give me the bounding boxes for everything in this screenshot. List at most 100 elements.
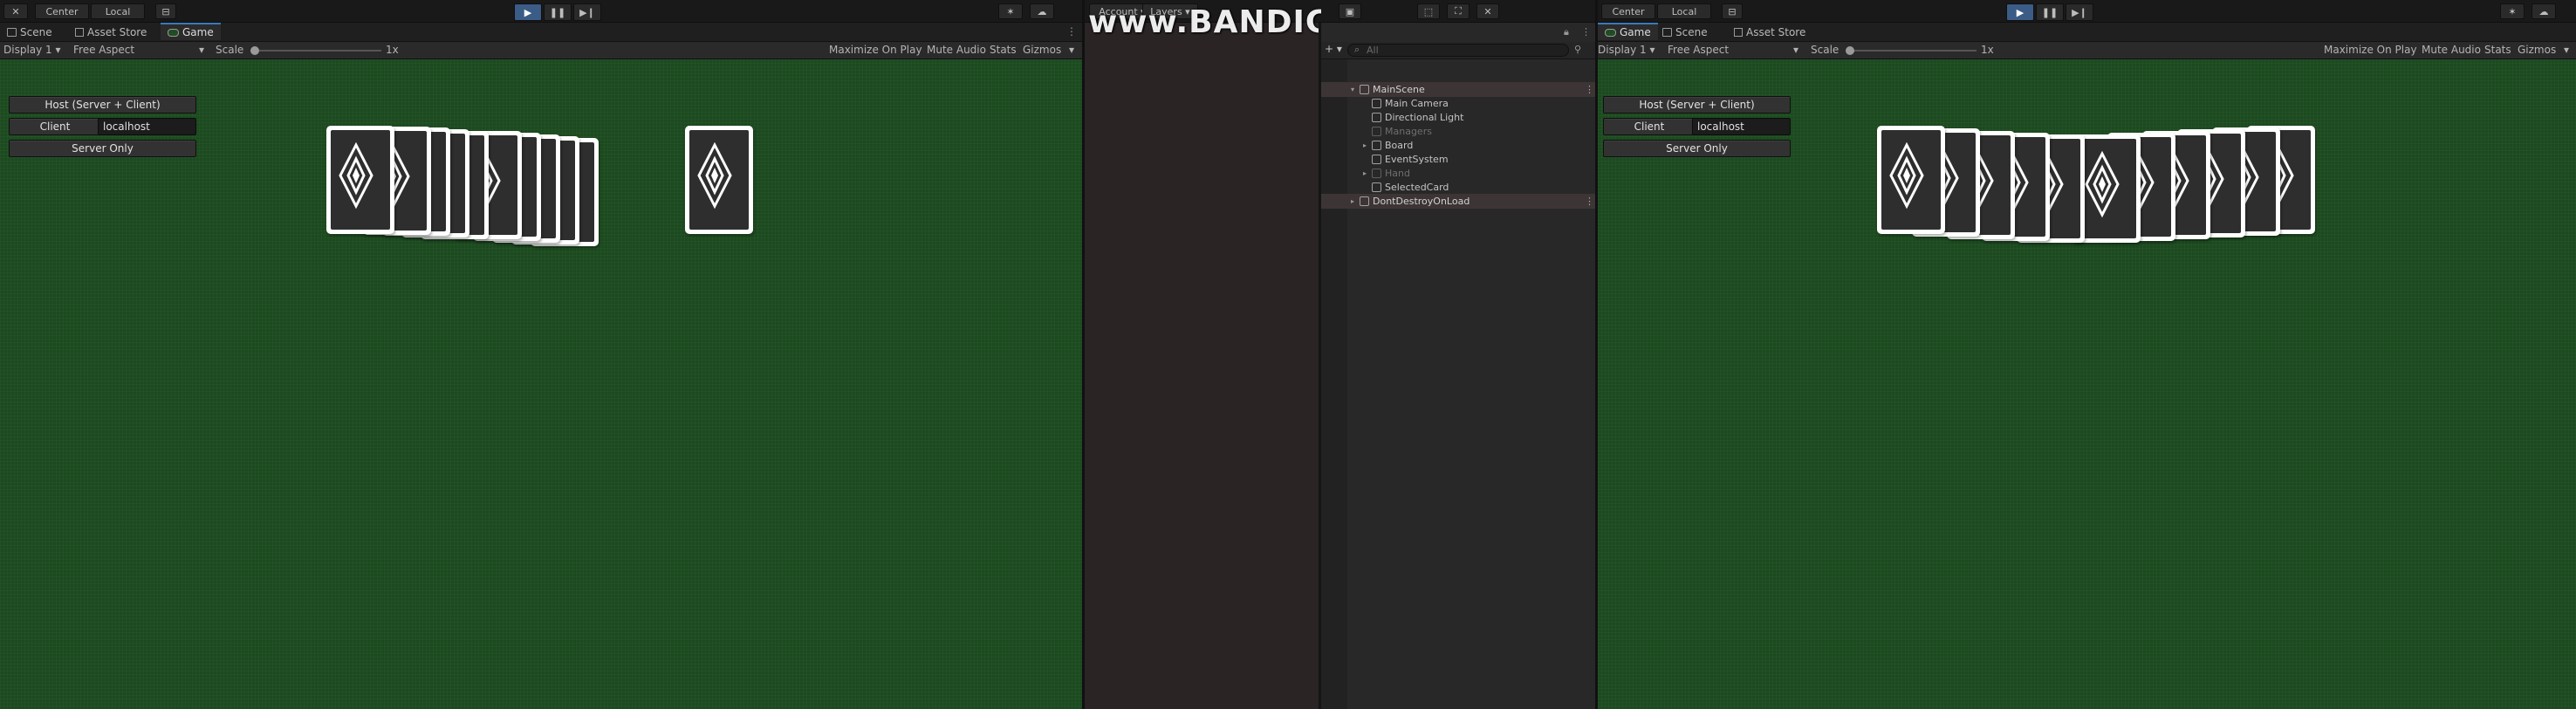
custom-tool-icon[interactable]: ✕ (1476, 3, 1499, 19)
transform-tool-icon[interactable]: ⛶ (1447, 3, 1470, 19)
space-local-button[interactable]: Local (1657, 3, 1711, 19)
panel-menu-icon[interactable]: ⋮ (1581, 26, 1591, 38)
hierarchy-options-icon[interactable]: ⚲ (1574, 44, 1581, 55)
collab-icon[interactable]: ✶ (998, 3, 1023, 19)
play-icon[interactable]: ▶ (514, 3, 542, 21)
scene-menu-icon[interactable]: ⋮ (1585, 84, 1594, 95)
server-only-button[interactable]: Server Only (9, 140, 196, 157)
pivot-center-button[interactable]: Center (35, 3, 89, 19)
layout-icon[interactable]: ▣ (1339, 3, 1361, 19)
gizmos-chevron-down-icon[interactable]: ▾ (1069, 44, 1074, 56)
aspect-chevron-down-icon[interactable]: ▾ (199, 44, 204, 56)
cloud-icon[interactable]: ☁ (1030, 3, 1054, 19)
expand-arrow-icon[interactable]: ▸ (1363, 141, 1367, 149)
gizmos-toggle[interactable]: Gizmos (2518, 44, 2556, 56)
snap-icon[interactable]: ⊟ (155, 3, 176, 19)
hierarchy-item-label: Hand (1385, 168, 1410, 179)
search-field[interactable] (1347, 44, 1569, 57)
address-input[interactable]: localhost (98, 118, 196, 135)
stats-toggle[interactable]: Stats (2484, 44, 2511, 56)
mute-audio-toggle[interactable]: Mute Audio (927, 44, 986, 56)
scale-slider-handle[interactable] (250, 46, 259, 55)
lock-icon[interactable]: 🔒︎ (1564, 26, 1569, 38)
tab-scene[interactable]: Scene (1655, 24, 1715, 41)
scale-slider[interactable] (250, 46, 381, 55)
expand-arrow-icon[interactable]: ▾ (1351, 86, 1354, 93)
display-dropdown[interactable]: Display 1 ▾ (1598, 44, 1655, 56)
aspect-label: Free Aspect (73, 44, 135, 56)
tab-asset-store-label: Asset Store (87, 26, 147, 38)
mute-audio-toggle[interactable]: Mute Audio (2422, 44, 2481, 56)
tab-game-label: Game (1620, 26, 1651, 38)
hierarchy-item-eventsystem[interactable]: EventSystem (1321, 152, 1595, 167)
scene-menu-icon[interactable]: ⋮ (1585, 196, 1594, 207)
expand-arrow-icon[interactable]: ▸ (1351, 197, 1354, 205)
card[interactable] (326, 126, 394, 234)
snap-icon[interactable]: ⊟ (1722, 3, 1743, 19)
hierarchy-item-main-camera[interactable]: Main Camera (1321, 96, 1595, 111)
gizmos-toggle[interactable]: Gizmos (1023, 44, 1061, 56)
step-icon[interactable]: ▶❙ (573, 3, 601, 21)
scale-slider[interactable] (1846, 46, 1977, 55)
address-input[interactable]: localhost (1692, 118, 1791, 135)
right-game-view[interactable]: Host (Server + Client) Client localhost … (1598, 59, 2576, 709)
host-button[interactable]: Host (Server + Client) (1603, 96, 1791, 114)
card[interactable] (1877, 126, 1945, 234)
tab-scene-label: Scene (1675, 26, 1708, 38)
tab-game[interactable]: Game (1598, 23, 1658, 40)
aspect-chevron-down-icon[interactable]: ▾ (1793, 44, 1798, 56)
pause-icon[interactable]: ❚❚ (544, 3, 572, 21)
hierarchy-item-selectedcard[interactable]: SelectedCard (1321, 180, 1595, 195)
space-local-button[interactable]: Local (91, 3, 145, 19)
pause-icon[interactable]: ❚❚ (2036, 3, 2064, 21)
scale-slider-handle[interactable] (1846, 46, 1854, 55)
scale-value: 1x (386, 44, 399, 56)
hierarchy-item-label: Directional Light (1385, 112, 1464, 123)
tab-asset-store[interactable]: Asset Store (1727, 24, 1812, 41)
aspect-dropdown[interactable]: Free Aspect (73, 44, 134, 56)
client-button[interactable]: Client (1603, 118, 1696, 135)
scene-tab-icon (7, 28, 17, 37)
display-dropdown[interactable]: Display 1 ▾ (3, 44, 61, 56)
maximize-on-play-toggle[interactable]: Maximize On Play (2324, 44, 2417, 56)
host-button[interactable]: Host (Server + Client) (9, 96, 196, 114)
server-only-button-label: Server Only (1666, 142, 1728, 155)
step-icon[interactable]: ▶❙ (2066, 3, 2093, 21)
hierarchy-item-board[interactable]: ▸ Board (1321, 138, 1595, 153)
hierarchy-item-mainscene[interactable]: ▾ MainScene ⋮ (1321, 82, 1595, 97)
pivot-center-button[interactable]: Center (1601, 3, 1655, 19)
tab-game[interactable]: Game (161, 23, 221, 40)
right-game-subbar: Display 1 ▾ Free Aspect ▾ Scale 1x Maxim… (1598, 42, 2576, 59)
cloud-icon[interactable]: ☁ (2531, 3, 2556, 19)
tab-asset-store-label: Asset Store (1746, 26, 1806, 38)
left-tabbar: Scene Asset Store Game ⋮ (0, 23, 1082, 42)
hierarchy-item-directional-light[interactable]: Directional Light (1321, 110, 1595, 125)
left-game-view[interactable]: Host (Server + Client) Client localhost … (0, 59, 1082, 709)
tab-menu-icon[interactable]: ⋮ (1066, 25, 1077, 38)
hierarchy-item-dontdestroyonload[interactable]: ▸ DontDestroyOnLoad ⋮ (1321, 194, 1595, 209)
tab-scene[interactable]: Scene (0, 24, 59, 41)
add-icon[interactable]: + ▾ (1325, 43, 1342, 55)
pivot-label: Center (45, 5, 79, 17)
client-button-label: Client (39, 120, 71, 133)
stats-toggle[interactable]: Stats (990, 44, 1017, 56)
tools-icon[interactable]: ✕ (3, 3, 28, 19)
gizmos-chevron-down-icon[interactable]: ▾ (2564, 44, 2569, 56)
hierarchy-item-managers[interactable]: Managers (1321, 124, 1595, 139)
server-only-button[interactable]: Server Only (1603, 140, 1791, 157)
left-main-toolbar: ✕ Center Local ⊟ ▶ ❚❚ ▶❙ ✶ ☁ (0, 0, 1082, 23)
card[interactable] (685, 126, 753, 234)
tab-asset-store[interactable]: Asset Store (68, 24, 154, 41)
scene-icon (1360, 85, 1369, 94)
hierarchy-item-hand[interactable]: ▸ Hand (1321, 166, 1595, 181)
expand-arrow-icon[interactable]: ▸ (1363, 169, 1367, 177)
rect-tool-icon[interactable]: ⬚ (1417, 3, 1440, 19)
client-button[interactable]: Client (9, 118, 101, 135)
hierarchy-item-label: Board (1385, 140, 1414, 151)
settings-icon[interactable]: ✶ (2500, 3, 2525, 19)
right-card-hand (1870, 126, 2315, 248)
maximize-on-play-toggle[interactable]: Maximize On Play (829, 44, 922, 56)
play-icon[interactable]: ▶ (2006, 3, 2034, 21)
aspect-dropdown[interactable]: Free Aspect (1668, 44, 1729, 56)
game-tab-icon (168, 28, 179, 37)
